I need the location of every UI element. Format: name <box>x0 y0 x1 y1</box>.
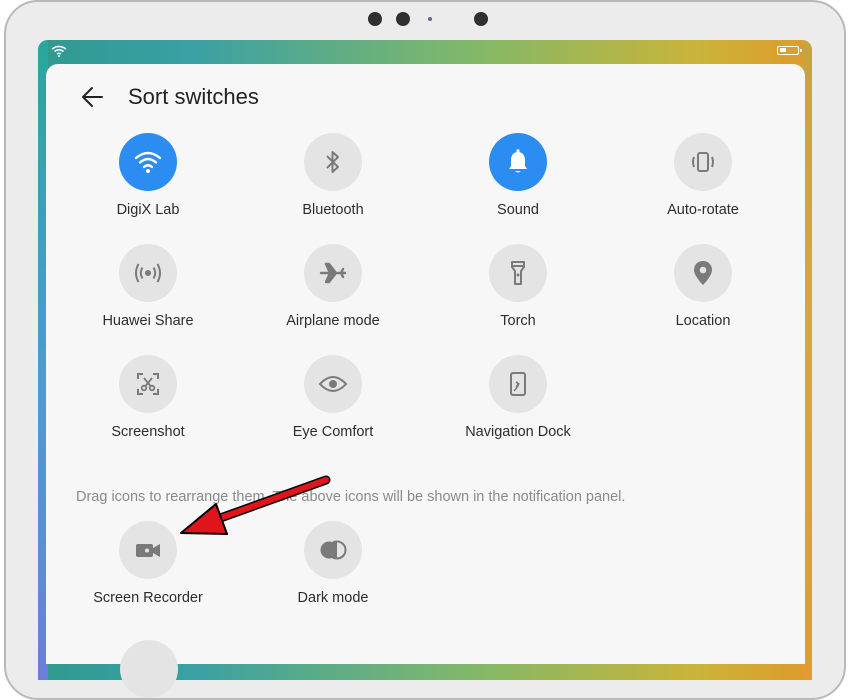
annotation-arrow <box>180 475 331 535</box>
